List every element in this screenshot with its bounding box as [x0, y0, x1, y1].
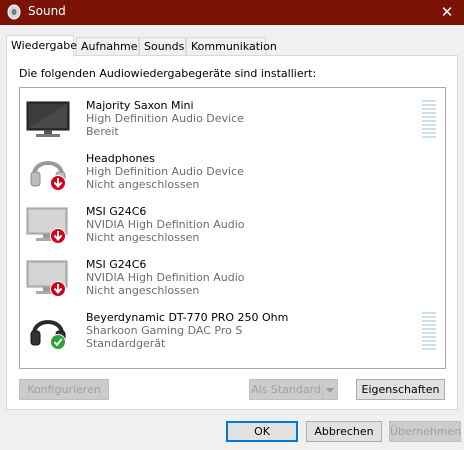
device-name: Headphones	[86, 152, 155, 165]
device-status: Nicht angeschlossen	[86, 178, 200, 191]
device-status: Standardgerät	[86, 337, 166, 350]
headphones-icon	[30, 161, 66, 191]
device-description: NVIDIA High Definition Audio	[86, 218, 245, 231]
device-item[interactable]: MSI G24C6 NVIDIA High Definition Audio N…	[20, 251, 445, 304]
apply-button[interactable]: Übernehmen	[389, 421, 461, 442]
device-item[interactable]: Majority Saxon Mini High Definition Audi…	[20, 92, 445, 145]
headphones-icon	[30, 320, 66, 350]
volume-meter	[422, 312, 436, 352]
properties-button[interactable]: Eigenschaften	[356, 379, 445, 400]
device-description: Sharkoon Gaming DAC Pro S	[86, 324, 243, 337]
intro-text: Die folgenden Audiowiedergabegeräte sind…	[19, 67, 317, 80]
tv-icon	[26, 101, 70, 137]
device-description: High Definition Audio Device	[86, 165, 244, 178]
device-name: Majority Saxon Mini	[86, 99, 194, 112]
device-item[interactable]: MSI G24C6 NVIDIA High Definition Audio N…	[20, 198, 445, 251]
device-name: MSI G24C6	[86, 258, 147, 271]
cancel-button[interactable]: Abbrechen	[306, 421, 382, 442]
set-default-dropdown-arrow[interactable]	[322, 379, 338, 400]
device-status: Nicht angeschlossen	[86, 231, 200, 244]
tab-sounds[interactable]: Sounds	[139, 37, 186, 56]
device-description: NVIDIA High Definition Audio	[86, 271, 245, 284]
configure-button[interactable]: Konfigurieren	[19, 379, 109, 400]
tab-wiedergabe[interactable]: Wiedergabe	[6, 35, 77, 57]
device-item[interactable]: Headphones High Definition Audio Device …	[20, 145, 445, 198]
monitor-icon	[26, 207, 68, 244]
ok-button[interactable]: OK	[226, 421, 298, 442]
device-name: MSI G24C6	[86, 205, 147, 218]
tab-aufnahme[interactable]: Aufnahme	[76, 37, 139, 56]
device-status: Bereit	[86, 125, 119, 138]
set-default-button[interactable]: Als Standard	[249, 379, 323, 400]
tab-kommunikation[interactable]: Kommunikation	[186, 37, 277, 56]
title-bar: Sound ✕	[0, 0, 464, 25]
window-title: Sound	[28, 4, 66, 18]
device-status: Nicht angeschlossen	[86, 284, 200, 297]
device-item[interactable]: Beyerdynamic DT-770 PRO 250 Ohm Sharkoon…	[20, 304, 445, 357]
device-name: Beyerdynamic DT-770 PRO 250 Ohm	[86, 311, 289, 324]
monitor-icon	[26, 260, 68, 297]
device-list[interactable]: Majority Saxon Mini High Definition Audi…	[19, 87, 446, 369]
volume-meter	[422, 100, 436, 140]
close-button[interactable]: ✕	[430, 1, 464, 23]
speaker-app-icon	[7, 4, 21, 20]
device-description: High Definition Audio Device	[86, 112, 244, 125]
